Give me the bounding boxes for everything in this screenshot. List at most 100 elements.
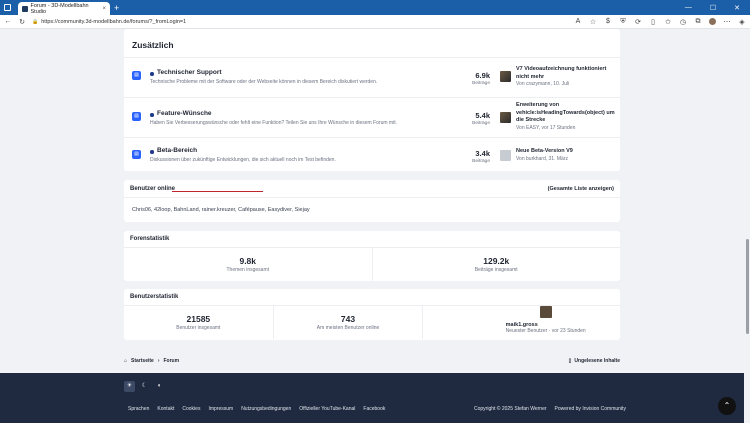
browser-tab[interactable]: Forum - 3D-Modellbahn Studio × (18, 2, 110, 15)
favorite-star-icon[interactable]: ☆ (589, 18, 597, 26)
post-count-label: Beiträge (472, 121, 490, 126)
shield-extension-icon[interactable]: ⛨ (619, 18, 627, 26)
tab-title: Forum - 3D-Modellbahn Studio (30, 2, 89, 15)
read-aloud-icon[interactable]: A (574, 18, 582, 25)
lock-icon: 🔒 (32, 18, 39, 25)
chevron-right-icon: › (157, 358, 160, 364)
footer-credits: Copyright © 2025 Stefan Werner Powered b… (474, 406, 626, 412)
breadcrumb-current[interactable]: Forum (164, 358, 180, 364)
unread-content-link[interactable]: ▯ Ungelesene Inhalte (569, 358, 620, 364)
copyright-text: Copyright © 2025 Stefan Werner (474, 406, 547, 412)
scrollbar-thumb[interactable] (745, 239, 749, 334)
stat-topics: 9.8k Themen insgesamt (124, 248, 373, 281)
stat-value: 21585 (186, 314, 211, 324)
profile-avatar[interactable] (709, 18, 716, 25)
post-count-label: Beiträge (472, 81, 490, 86)
scroll-to-top-button[interactable]: ⌃ (718, 397, 736, 415)
footer-link-language[interactable]: Sprachen (128, 406, 149, 412)
footer-link-terms[interactable]: Nutzungsbedingungen (241, 406, 291, 412)
unread-content-label: Ungelesene Inhalte (574, 358, 620, 364)
last-post-title-link[interactable]: Neue Beta-Version V9 (516, 148, 616, 156)
breadcrumb-home-link[interactable]: Startseite (131, 358, 154, 364)
last-post-meta: Von crazymann, 10. Juli (516, 81, 570, 87)
forum-stats-card: Forenstatistik 9.8k Themen insgesamt 129… (124, 231, 620, 281)
forum-name-link[interactable]: Technischer Support (157, 69, 222, 76)
forum-row: ▤ Beta-Bereich Diskussionen über zukünft… (124, 137, 620, 171)
stat-label: Benutzer insgesamt (176, 325, 221, 331)
address-bar[interactable]: 🔒 https://community.3d-modellbahn.de/for… (32, 19, 568, 25)
page-content: Zusätzlich ▤ Technischer Support Technis… (0, 29, 750, 423)
home-icon[interactable]: ⌂ (124, 358, 127, 364)
last-post: Neue Beta-Version V9 Von burkhard, 31. M… (516, 148, 616, 162)
site-favicon-icon (22, 5, 28, 12)
dark-theme-icon[interactable]: ☾ (139, 381, 150, 392)
forum-icon[interactable]: ▤ (132, 112, 141, 121)
stat-label: Beiträge insgesamt (474, 267, 518, 273)
new-tab-icon[interactable]: + (114, 3, 119, 13)
footer-link-cookies[interactable]: Cookies (182, 406, 200, 412)
last-post-thumbnail[interactable] (500, 112, 511, 123)
system-theme-icon[interactable]: ◐ (154, 381, 165, 392)
favorites-icon[interactable]: ✩ (664, 18, 672, 26)
forum-row: ▤ Technischer Support Technische Problem… (124, 57, 620, 97)
stat-value: 743 (340, 314, 356, 324)
post-count-value: 5.4k (475, 111, 490, 120)
footer-link-imprint[interactable]: Impressum (208, 406, 233, 412)
stat-total-users: 21585 Benutzer insgesamt (124, 306, 274, 339)
newest-user-meta: Neuester Benutzer · vor 23 Stunden (505, 328, 586, 334)
forum-name-link[interactable]: Feature-Wünsche (157, 110, 212, 117)
forum-icon[interactable]: ▤ (132, 150, 141, 159)
view-full-list-link[interactable]: (Gesamte Liste anzeigen) (548, 186, 614, 192)
unread-dot-icon (150, 113, 154, 117)
refresh-extension-icon[interactable]: ⟳ (634, 18, 642, 26)
footer-link-contact[interactable]: Kontakt (157, 406, 174, 412)
newest-user-avatar[interactable] (539, 306, 552, 318)
browser-app-icon[interactable] (4, 4, 11, 11)
unread-dot-icon (150, 150, 154, 154)
user-stats-title: Benutzerstatistik (124, 289, 620, 306)
page-scrollbar[interactable] (744, 29, 750, 423)
footer-link-youtube[interactable]: Offizieller YouTube-Kanal (299, 406, 355, 412)
powered-by-link[interactable]: Powered by Invision Community (555, 406, 626, 412)
forum-description: Haben Sie Verbesserungswünsche oder fehl… (150, 120, 397, 126)
collections-icon[interactable]: ⧉ (694, 18, 702, 26)
last-post-meta: Von burkhard, 31. März (516, 155, 568, 162)
online-users-title: Benutzer online (130, 185, 176, 192)
site-footer: ☀ ☾ ◐ Sprachen Kontakt Cookies Impressum… (0, 373, 744, 423)
forum-post-count: 6.9k Beiträge (450, 71, 490, 86)
last-post-meta: Von EASY, vor 17 Stunden (516, 124, 576, 131)
stat-max-online: 743 Am meisten Benutzer online (274, 306, 424, 339)
light-theme-icon[interactable]: ☀ (124, 381, 135, 392)
split-screen-icon[interactable]: ▯ (649, 18, 657, 26)
maximize-icon[interactable]: ☐ (710, 4, 716, 12)
user-stats-card: Benutzerstatistik 21585 Benutzer insgesa… (124, 289, 620, 340)
forum-description: Technische Probleme mit der Software ode… (150, 79, 378, 85)
copilot-icon[interactable]: ◈ (738, 18, 746, 26)
breadcrumb: ⌂ Startseite › Forum ▯ Ungelesene Inhalt… (124, 358, 620, 364)
forum-post-count: 5.4k Beiträge (450, 111, 490, 126)
menu-dots-icon[interactable]: ⋯ (723, 18, 731, 26)
footer-link-facebook[interactable]: Facebook (363, 406, 385, 412)
post-count-value: 3.4k (475, 149, 490, 158)
forum-icon[interactable]: ▤ (132, 71, 141, 80)
forum-name-link[interactable]: Beta-Bereich (157, 147, 197, 154)
back-icon[interactable]: ← (4, 18, 12, 25)
history-icon[interactable]: ◷ (679, 18, 687, 26)
tab-close-icon[interactable]: × (102, 6, 106, 12)
forum-row: ▤ Feature-Wünsche Haben Sie Verbesserung… (124, 97, 620, 137)
last-post-title-link[interactable]: V7 Videoaufzeichnung funktioniert nicht … (516, 66, 616, 81)
forum-stats-title: Forenstatistik (124, 231, 620, 248)
forum-post-count: 3.4k Beiträge (450, 149, 490, 164)
stat-value: 129.2k (483, 256, 510, 266)
reload-icon[interactable]: ↻ (18, 18, 26, 26)
stat-label: Themen insgesamt (226, 267, 270, 273)
window-close-icon[interactable]: ✕ (734, 4, 740, 12)
last-post-thumbnail[interactable] (500, 71, 511, 82)
stat-label: Am meisten Benutzer online (316, 325, 380, 331)
dollar-extension-icon[interactable]: $ (604, 18, 612, 25)
browser-toolbar: ← ↻ 🔒 https://community.3d-modellbahn.de… (0, 15, 750, 29)
last-post-user-avatar[interactable] (500, 150, 511, 161)
minimize-icon[interactable]: — (685, 4, 692, 12)
last-post-title-link[interactable]: Erweiterung von vehicle:isHeadingTowards… (516, 102, 616, 125)
online-users-list[interactable]: Chris06, 42loop, BahnLand, rainer.kreuze… (132, 207, 310, 213)
